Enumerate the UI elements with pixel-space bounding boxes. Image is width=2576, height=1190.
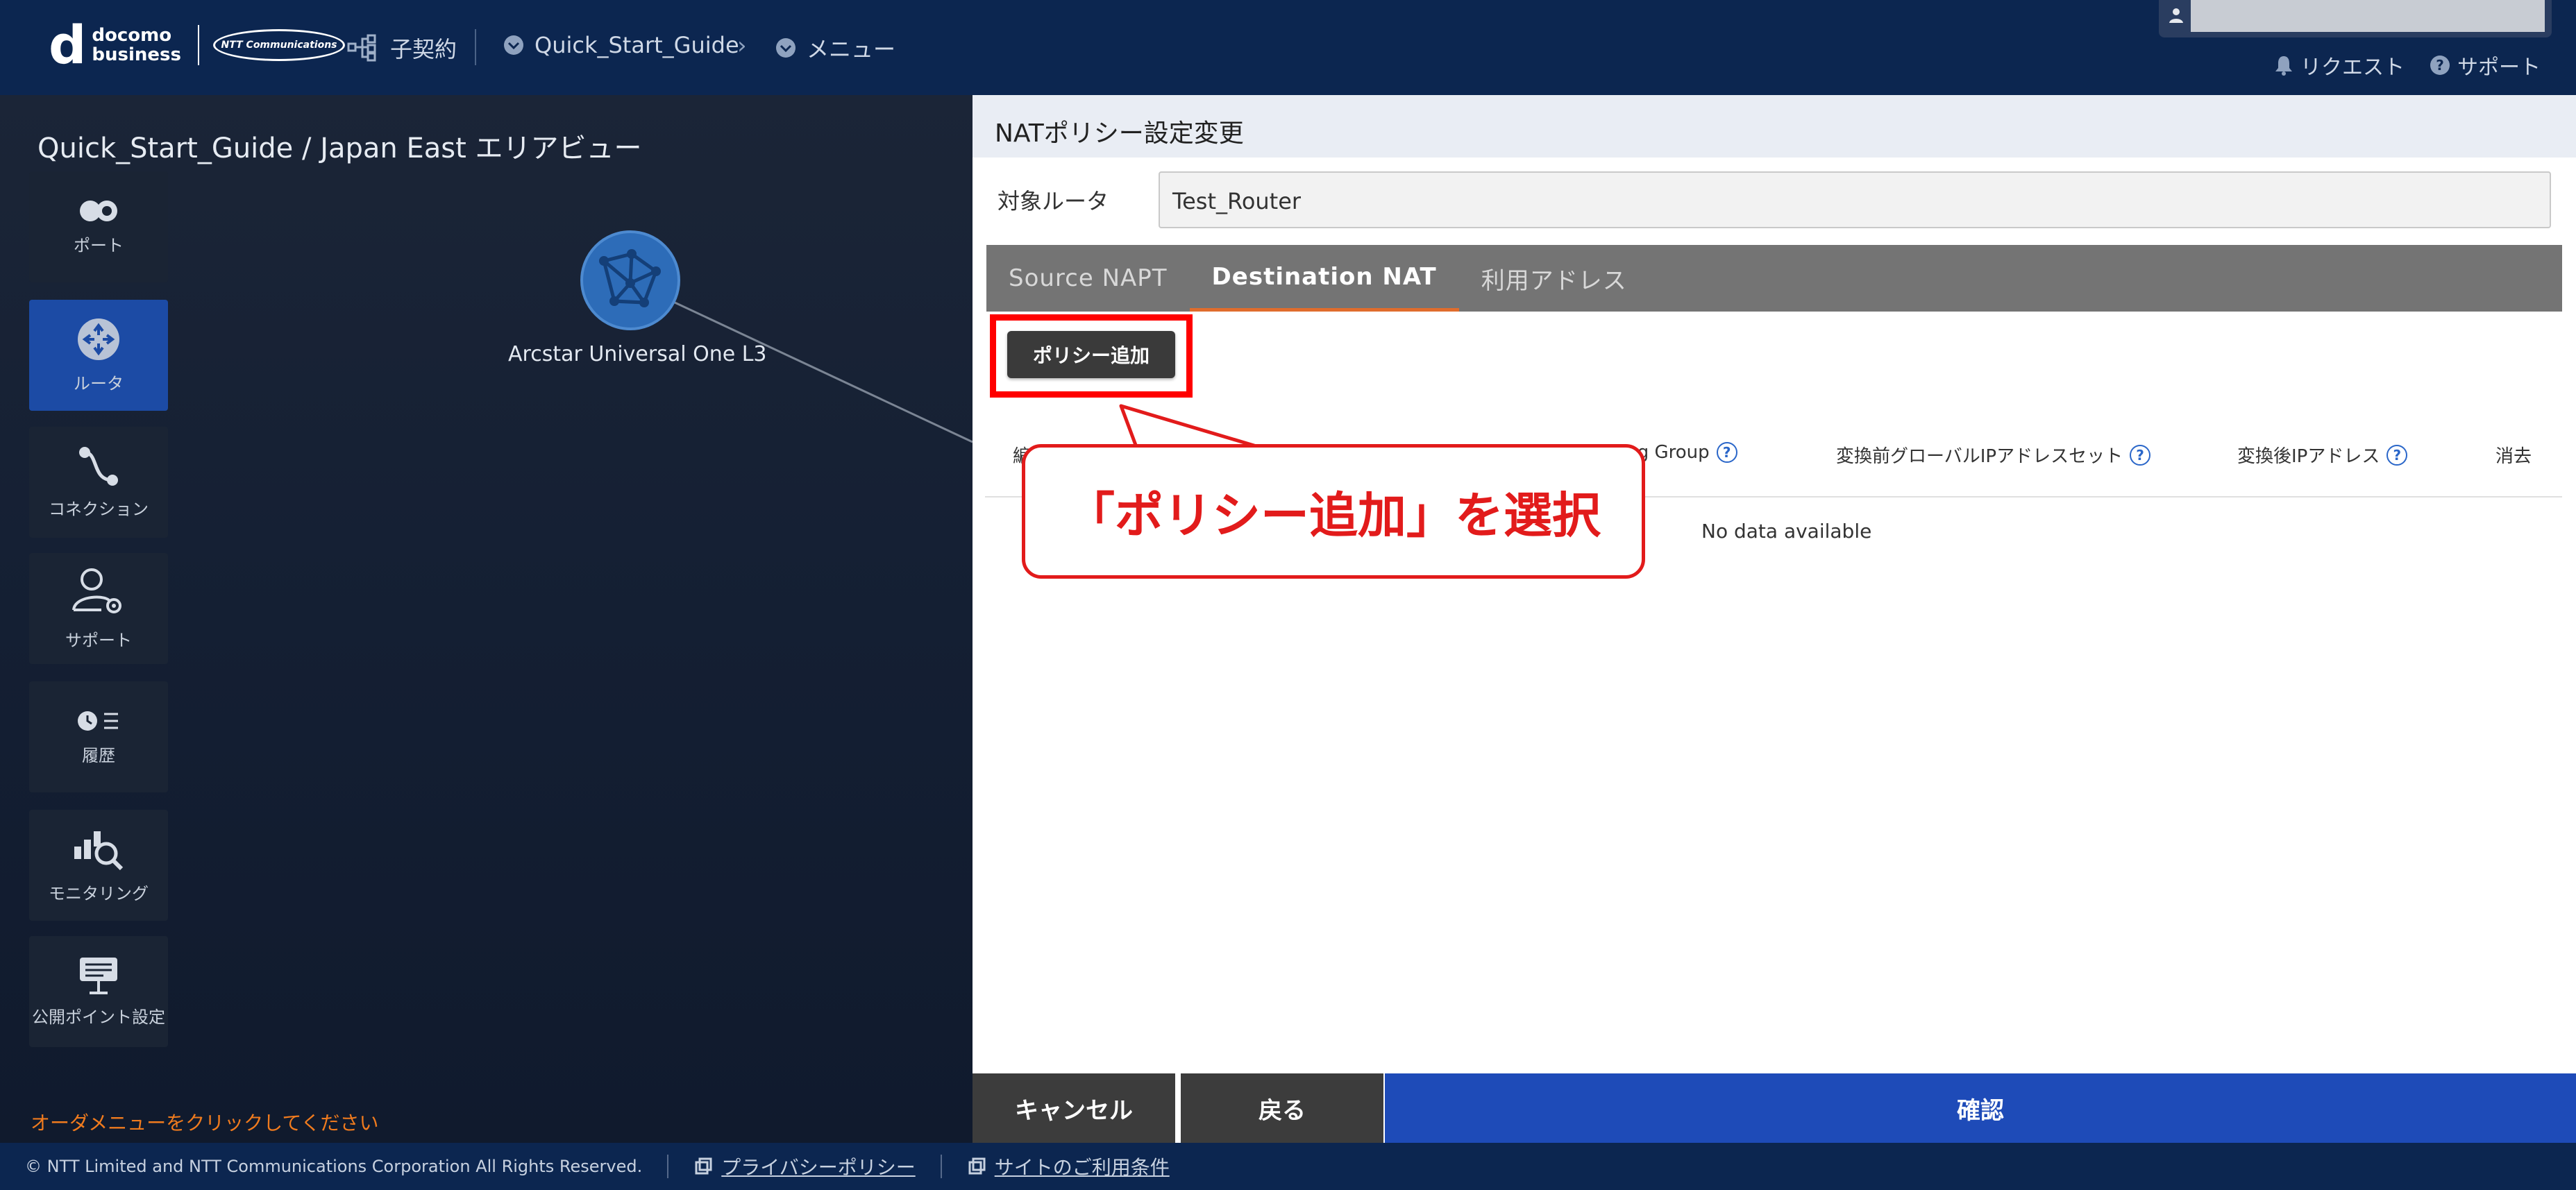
help-icon[interactable]: ?: [2386, 444, 2408, 466]
instruction-callout: 「ポリシー追加」を選択: [1022, 444, 1645, 579]
user-icon: [2169, 8, 2183, 23]
monitoring-icon: [74, 831, 124, 870]
sub-contract-link[interactable]: 子契約: [347, 32, 457, 64]
help-icon[interactable]: ?: [2130, 444, 2151, 466]
tab-source-napt[interactable]: Source NAPT: [986, 245, 1190, 312]
area-map-view: Quick_Start_Guide / Japan East エリアビュー Ar…: [0, 95, 973, 1143]
request-label: リクエスト: [2300, 56, 2405, 80]
chevron-circle-icon: [504, 35, 523, 55]
sidebar-item-label: コネクション: [49, 499, 149, 519]
docomo-business-logo[interactable]: d docomo business NTT Communications: [49, 14, 346, 76]
column-header-pre-global-ip-set: 変換前グローバルIPアドレスセット?: [1836, 442, 2151, 468]
breadcrumb-menu[interactable]: メニュー: [775, 32, 895, 64]
privacy-policy-label: プライバシーポリシー: [721, 1156, 916, 1179]
help-icon[interactable]: ?: [1716, 442, 1737, 463]
support-link[interactable]: ? サポート: [2430, 50, 2541, 80]
panel-title: NATポリシー設定変更: [973, 95, 2576, 158]
footer-divider: [667, 1155, 669, 1178]
tab-destination-nat[interactable]: Destination NAT: [1189, 245, 1459, 312]
user-menu[interactable]: [2159, 0, 2552, 37]
sidebar-item-label: モニタリング: [49, 883, 149, 903]
order-menu-hint: オーダメニューをクリックしてください: [31, 1112, 379, 1134]
target-router-field: Test_Router: [1159, 171, 2551, 228]
sidebar-item-monitoring[interactable]: モニタリング: [29, 810, 168, 921]
highlight-box: [990, 314, 1193, 398]
docomo-d-mark: d: [49, 14, 87, 76]
breadcrumb-contract[interactable]: Quick_Start_Guide: [503, 32, 739, 58]
confirm-button[interactable]: 確認: [1385, 1073, 2576, 1143]
nat-policy-panel: NATポリシー設定変更 対象ルータ Test_Router Source NAP…: [973, 95, 2576, 1143]
breadcrumb-contract-label: Quick_Start_Guide: [534, 32, 739, 58]
user-name-redacted: [2191, 0, 2545, 32]
chevron-circle-icon: [776, 38, 795, 58]
sidebar-item-label: ルータ: [74, 373, 124, 393]
terms-of-use-label: サイトのご利用条件: [994, 1156, 1170, 1179]
copyright-text: © NTT Limited and NTT Communications Cor…: [25, 1157, 643, 1176]
router-icon: [78, 318, 119, 360]
sidebar-item-label: サポート: [65, 630, 132, 650]
header-divider: [475, 29, 476, 65]
ntt-communications-logo: NTT Communications: [213, 29, 346, 61]
port-icon: [80, 200, 117, 221]
sidebar-item-label: ポート: [74, 235, 124, 255]
external-link-icon: [695, 1157, 712, 1175]
breadcrumb-separator-icon: ›: [737, 32, 747, 60]
sidebar-item-router[interactable]: ルータ: [29, 300, 168, 411]
hierarchy-icon: [347, 34, 376, 62]
connection-icon: [79, 446, 118, 486]
router-node-icon[interactable]: [580, 230, 680, 330]
user-gear-icon: [72, 568, 121, 613]
support-label: サポート: [2457, 56, 2541, 80]
sub-contract-label: 子契約: [390, 36, 457, 62]
top-header: d docomo business NTT Communications 子契約…: [0, 0, 2576, 95]
logo-divider: [198, 25, 200, 65]
callout-text: 「ポリシー追加」を選択: [1066, 486, 1601, 544]
sidebar-item-history[interactable]: 履歴: [29, 681, 168, 792]
sidebar-item-connection[interactable]: コネクション: [29, 427, 168, 538]
sidebar-item-port[interactable]: ポート: [29, 171, 168, 282]
breadcrumb-menu-label: メニュー: [807, 36, 896, 62]
history-icon: [78, 711, 118, 731]
network-globe-icon: [599, 249, 661, 307]
nat-tabs: Source NAPT Destination NAT 利用アドレス: [986, 245, 2562, 312]
privacy-policy-link[interactable]: プライバシーポリシー: [693, 1153, 916, 1180]
column-header-post-ip: 変換後IPアドレス?: [2237, 442, 2408, 468]
column-header-delete: 消去: [2495, 446, 2532, 467]
footer: © NTT Limited and NTT Communications Cor…: [0, 1143, 2576, 1190]
sidebar-item-label: 履歴: [82, 745, 115, 765]
back-button[interactable]: 戻る: [1181, 1073, 1383, 1143]
cancel-button[interactable]: キャンセル: [973, 1073, 1175, 1143]
request-link[interactable]: リクエスト: [2274, 50, 2405, 80]
help-circle-icon: ?: [2430, 56, 2450, 75]
sidebar-item-support[interactable]: サポート: [29, 553, 168, 664]
footer-divider: [940, 1155, 942, 1178]
terms-of-use-link[interactable]: サイトのご利用条件: [967, 1153, 1170, 1180]
brand-wordmark: docomo business: [92, 25, 182, 65]
sidebar-item-public-point[interactable]: 公開ポイント設定: [29, 936, 168, 1047]
svg-text:?: ?: [2436, 57, 2444, 74]
external-link-icon: [968, 1157, 986, 1175]
bell-icon: [2275, 56, 2292, 76]
no-data-message: No data available: [1701, 520, 1872, 543]
public-point-icon: [80, 957, 117, 994]
sidebar-item-label: 公開ポイント設定: [32, 1007, 165, 1027]
target-router-label: 対象ルータ: [997, 188, 1109, 214]
router-node-label: Arcstar Universal One L3: [508, 342, 767, 366]
tab-used-address[interactable]: 利用アドレス: [1459, 245, 1649, 312]
